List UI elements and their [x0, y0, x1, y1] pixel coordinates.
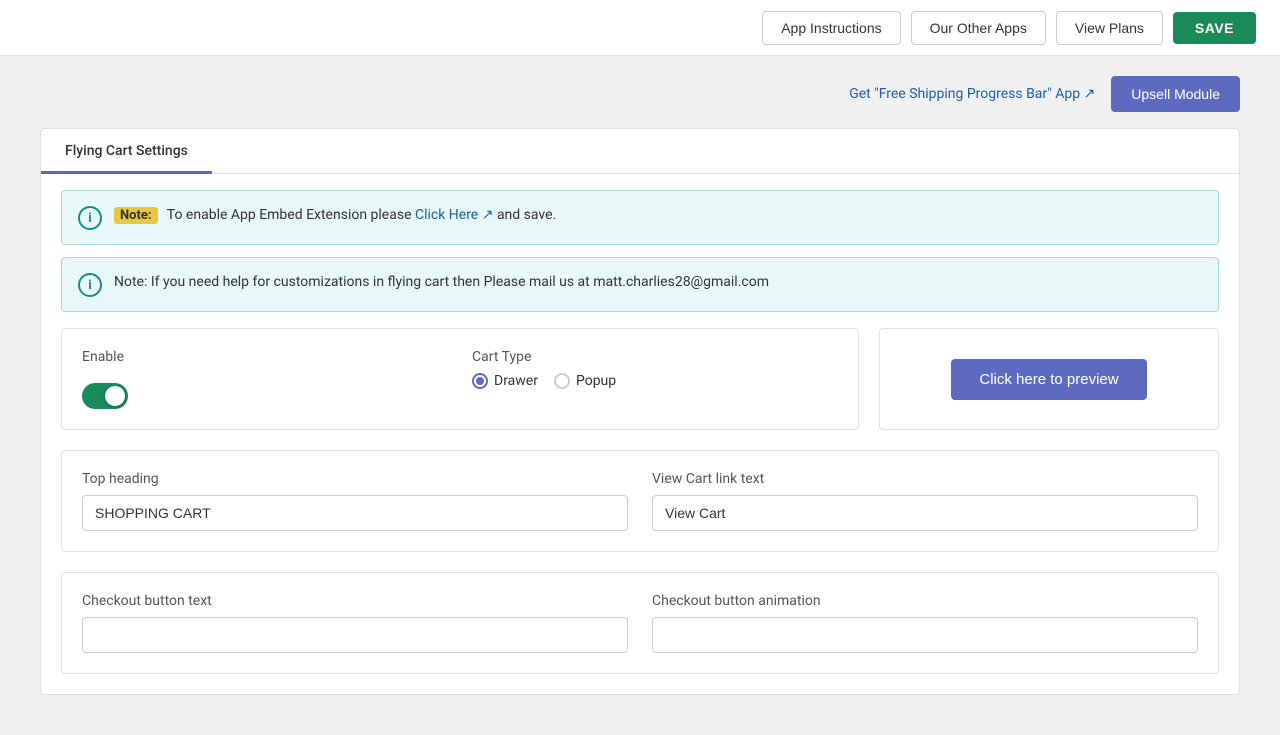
toggle-thumb: [105, 386, 125, 406]
save-button[interactable]: SAVE: [1173, 12, 1256, 44]
top-heading-label: Top heading: [82, 471, 628, 487]
top-heading-input[interactable]: [82, 495, 628, 531]
enable-carttype-card: Enable Cart Type Drawer: [61, 328, 859, 430]
note-embed-text-after: and save.: [497, 207, 556, 223]
app-instructions-button[interactable]: App Instructions: [762, 11, 900, 45]
free-shipping-link[interactable]: Get "Free Shipping Progress Bar" App ↗: [849, 86, 1095, 102]
enable-toggle[interactable]: [82, 383, 128, 409]
radio-popup-label: Popup: [576, 373, 616, 389]
tab-flying-cart-settings[interactable]: Flying Cart Settings: [41, 129, 212, 173]
checkout-section: Checkout button text Checkout button ani…: [41, 572, 1239, 694]
cart-type-field: Cart Type Drawer Popup: [472, 349, 838, 409]
tabs-card: Flying Cart Settings i Note: To enable A…: [40, 128, 1240, 695]
top-heading-viewcart-card: Top heading View Cart link text: [61, 450, 1219, 552]
view-cart-field: View Cart link text: [652, 471, 1198, 531]
upsell-module-button[interactable]: Upsell Module: [1111, 76, 1240, 112]
main-content: Get "Free Shipping Progress Bar" App ↗ U…: [0, 56, 1280, 735]
enable-carttype-fields: Enable Cart Type Drawer: [82, 349, 838, 409]
enable-label: Enable: [82, 349, 448, 365]
checkout-button-animation-label: Checkout button animation: [652, 593, 1198, 609]
checkout-button-animation-field: Checkout button animation: [652, 593, 1198, 653]
info-icon-2: i: [78, 273, 102, 297]
view-plans-button[interactable]: View Plans: [1056, 11, 1163, 45]
preview-card: Click here to preview: [879, 328, 1219, 430]
notes-section: i Note: To enable App Embed Extension pl…: [41, 174, 1239, 328]
checkout-button-text-field: Checkout button text: [82, 593, 628, 653]
note-customization-help: i Note: If you need help for customizati…: [61, 257, 1219, 312]
checkout-fields: Checkout button text Checkout button ani…: [82, 593, 1198, 653]
note-customization-text: Note: If you need help for customization…: [114, 272, 769, 293]
note-embed-extension: i Note: To enable App Embed Extension pl…: [61, 190, 1219, 245]
our-other-apps-button[interactable]: Our Other Apps: [911, 11, 1046, 45]
cart-type-radio-group: Drawer Popup: [472, 373, 838, 389]
checkout-button-text-input[interactable]: [82, 617, 628, 653]
view-cart-label: View Cart link text: [652, 471, 1198, 487]
radio-popup-circle: [554, 373, 570, 389]
view-cart-input[interactable]: [652, 495, 1198, 531]
checkout-button-animation-input[interactable]: [652, 617, 1198, 653]
radio-drawer[interactable]: Drawer: [472, 373, 538, 389]
note-embed-text: Note: To enable App Embed Extension plea…: [114, 205, 556, 226]
header: App Instructions Our Other Apps View Pla…: [0, 0, 1280, 56]
tabs-header: Flying Cart Settings: [41, 129, 1239, 174]
checkout-button-text-label: Checkout button text: [82, 593, 628, 609]
enable-field: Enable: [82, 349, 448, 409]
preview-button[interactable]: Click here to preview: [951, 359, 1146, 400]
click-here-link[interactable]: Click Here ↗: [415, 207, 493, 223]
top-heading-viewcart-fields: Top heading View Cart link text: [82, 471, 1198, 531]
cart-type-label: Cart Type: [472, 349, 838, 365]
top-heading-viewcart-section: Top heading View Cart link text: [41, 450, 1239, 572]
enable-carttype-row: Enable Cart Type Drawer: [41, 328, 1239, 450]
note-label-1: Note:: [114, 207, 158, 224]
top-heading-field: Top heading: [82, 471, 628, 531]
top-row: Get "Free Shipping Progress Bar" App ↗ U…: [40, 76, 1240, 112]
radio-popup[interactable]: Popup: [554, 373, 616, 389]
radio-drawer-circle: [472, 373, 488, 389]
note-embed-text-before: To enable App Embed Extension please: [167, 207, 415, 223]
checkout-card: Checkout button text Checkout button ani…: [61, 572, 1219, 674]
radio-drawer-label: Drawer: [494, 373, 538, 389]
info-icon-1: i: [78, 206, 102, 230]
